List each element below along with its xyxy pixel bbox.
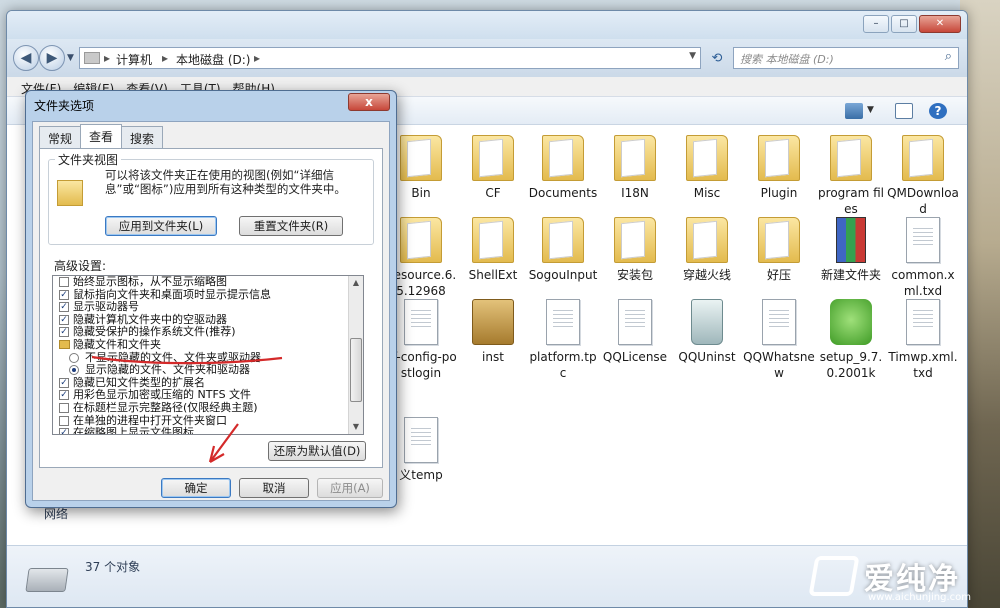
watermark-url: www.aichunjing.com xyxy=(868,592,971,603)
annotation-overlay xyxy=(91,355,283,463)
watermark: 爱纯净 www.aichunjing.com xyxy=(806,552,996,608)
annotation-underline xyxy=(91,355,283,365)
brand-logo-icon xyxy=(808,556,860,596)
annotation-arrow-icon xyxy=(208,423,239,463)
